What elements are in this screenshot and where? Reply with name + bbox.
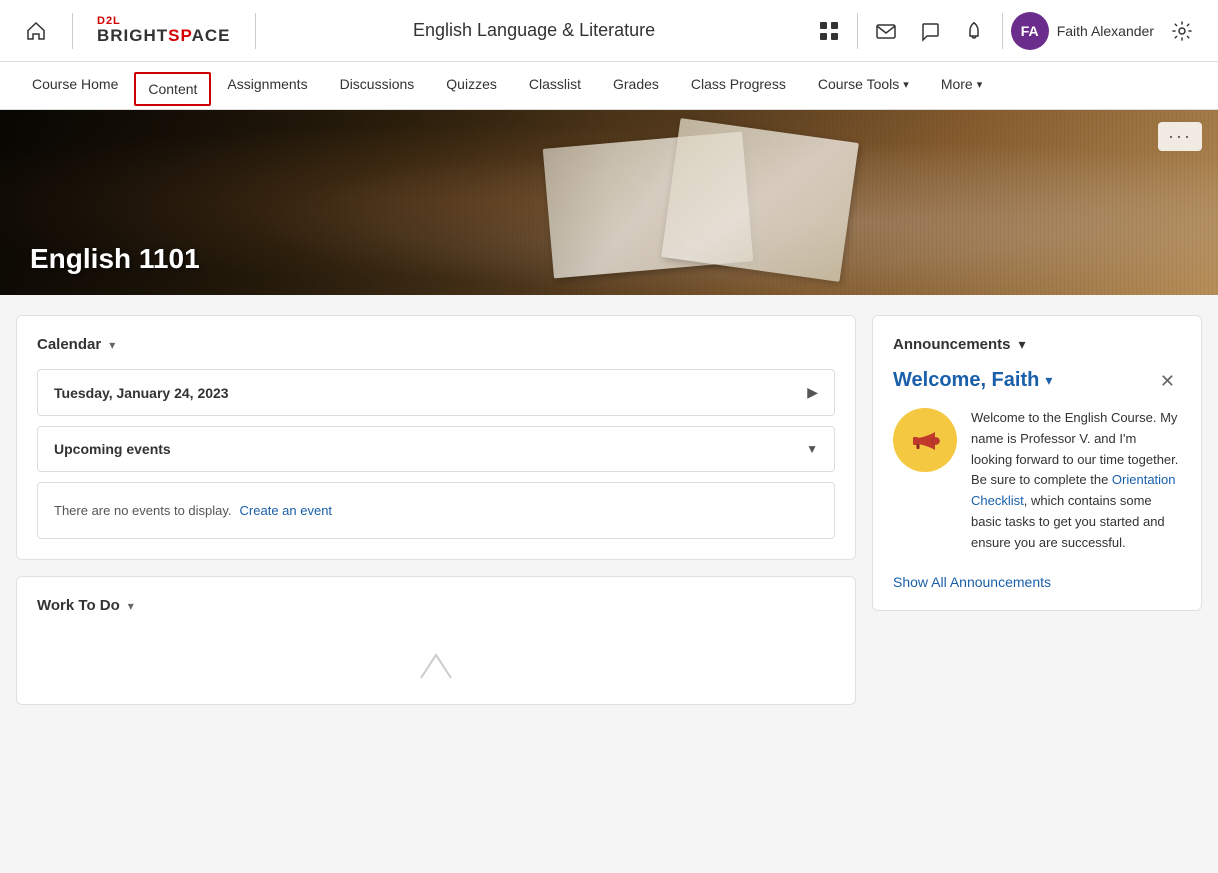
calendar-card: Calendar ▾ Tuesday, January 24, 2023 ▶ U… xyxy=(16,315,856,560)
logo-area[interactable]: D2L BRIGHTSPACE xyxy=(89,11,239,50)
avatar-button[interactable]: FA xyxy=(1011,12,1049,50)
chat-icon-button[interactable] xyxy=(910,11,950,51)
announcements-header: Announcements ▾ xyxy=(893,336,1181,353)
header-divider-2 xyxy=(255,13,256,49)
nav-item-more[interactable]: More ▾ xyxy=(925,62,998,110)
logo-brightspace: BRIGHTSPACE xyxy=(97,27,231,46)
work-todo-title: Work To Do xyxy=(37,597,120,614)
announcement-text: Welcome to the English Course. My name i… xyxy=(971,408,1181,554)
nav-item-grades[interactable]: Grades xyxy=(597,62,675,110)
right-panel: Announcements ▾ Welcome, Faith ▾ ✕ xyxy=(872,315,1202,705)
nav-item-class-progress[interactable]: Class Progress xyxy=(675,62,802,110)
course-tools-chevron-icon: ▾ xyxy=(903,78,909,91)
calendar-chevron-icon[interactable]: ▾ xyxy=(109,338,115,352)
show-all-announcements-button[interactable]: Show All Announcements xyxy=(893,574,1181,590)
nav-item-assignments[interactable]: Assignments xyxy=(211,62,323,110)
mail-icon-button[interactable] xyxy=(866,11,906,51)
bell-icon-button[interactable] xyxy=(954,11,994,51)
nav-item-content[interactable]: Content xyxy=(134,72,211,106)
more-chevron-icon: ▾ xyxy=(977,78,983,91)
header-divider-1 xyxy=(72,13,73,49)
work-todo-card: Work To Do ▾ xyxy=(16,576,856,705)
nav-item-discussions[interactable]: Discussions xyxy=(324,62,431,110)
megaphone-icon-circle xyxy=(893,408,957,472)
grid-icon-button[interactable] xyxy=(809,11,849,51)
upcoming-chevron-icon: ▼ xyxy=(806,442,818,456)
header-divider-3 xyxy=(857,13,858,49)
calendar-title: Calendar xyxy=(37,336,101,353)
hero-banner: English 1101 ··· xyxy=(0,110,1218,295)
work-todo-header: Work To Do ▾ xyxy=(37,597,835,614)
main-content: Calendar ▾ Tuesday, January 24, 2023 ▶ U… xyxy=(0,295,1218,725)
announcements-card: Announcements ▾ Welcome, Faith ▾ ✕ xyxy=(872,315,1202,611)
no-events-text: There are no events to display. xyxy=(54,503,232,518)
date-label: Tuesday, January 24, 2023 xyxy=(54,385,229,401)
announcements-title: Announcements xyxy=(893,336,1011,353)
nav-item-course-home[interactable]: Course Home xyxy=(16,62,134,110)
calendar-card-header: Calendar ▾ xyxy=(37,336,835,353)
work-todo-up-arrow xyxy=(37,630,835,684)
hero-menu-button[interactable]: ··· xyxy=(1158,122,1202,151)
upcoming-events-row[interactable]: Upcoming events ▼ xyxy=(37,426,835,472)
hero-course-name: English 1101 xyxy=(30,243,200,275)
course-title: English Language & Literature xyxy=(272,20,797,41)
upcoming-events-label: Upcoming events xyxy=(54,441,171,457)
nav-item-course-tools[interactable]: Course Tools ▾ xyxy=(802,62,925,110)
left-panel: Calendar ▾ Tuesday, January 24, 2023 ▶ U… xyxy=(16,315,856,705)
welcome-chevron-icon[interactable]: ▾ xyxy=(1045,372,1052,389)
header-divider-4 xyxy=(1002,13,1003,49)
user-name[interactable]: Faith Alexander xyxy=(1053,23,1158,39)
home-button[interactable] xyxy=(16,11,56,51)
announcements-chevron-icon[interactable]: ▾ xyxy=(1019,336,1026,353)
date-arrow-icon: ▶ xyxy=(807,384,818,401)
nav-item-quizzes[interactable]: Quizzes xyxy=(430,62,513,110)
announcement-body: Welcome to the English Course. My name i… xyxy=(893,408,1181,554)
welcome-section: Welcome, Faith ▾ ✕ xyxy=(893,369,1181,394)
nav-item-classlist[interactable]: Classlist xyxy=(513,62,597,110)
top-header: D2L BRIGHTSPACE English Language & Liter… xyxy=(0,0,1218,62)
welcome-title: Welcome, Faith xyxy=(893,369,1039,392)
megaphone-icon xyxy=(907,422,943,458)
settings-icon-button[interactable] xyxy=(1162,11,1202,51)
date-row[interactable]: Tuesday, January 24, 2023 ▶ xyxy=(37,369,835,416)
no-events-box: There are no events to display. Create a… xyxy=(37,482,835,539)
nav-bar: Course Home Content Assignments Discussi… xyxy=(0,62,1218,110)
create-event-link[interactable]: Create an event xyxy=(240,503,333,518)
close-announcement-button[interactable]: ✕ xyxy=(1154,369,1181,394)
work-todo-chevron-icon[interactable]: ▾ xyxy=(128,599,134,613)
header-icons: FA Faith Alexander xyxy=(809,11,1202,51)
welcome-title-row: Welcome, Faith ▾ xyxy=(893,369,1052,392)
